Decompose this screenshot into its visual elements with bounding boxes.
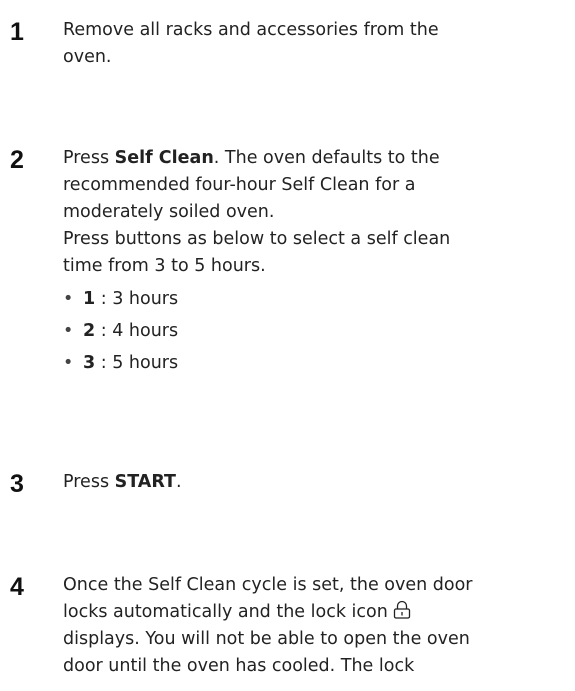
step-line: displays. You will not be able to open t… bbox=[63, 629, 470, 649]
step-line: Once the Self Clean cycle is set, the ov… bbox=[63, 575, 473, 595]
option-key: 1 bbox=[83, 289, 96, 309]
bullet-icon: • bbox=[63, 353, 74, 373]
start-label: START bbox=[114, 472, 176, 492]
step-line: Press START. bbox=[63, 469, 563, 496]
clean-time-options: • 1 : 3 hours • 2 : 4 hours • 3 : 5 hours bbox=[63, 286, 563, 377]
step-text: Press START. bbox=[63, 469, 563, 496]
press-prefix: Press bbox=[63, 472, 115, 492]
step-intro-line: Press Self Clean. The oven defaults to t… bbox=[63, 145, 563, 172]
option-text: : 3 hours bbox=[95, 289, 179, 309]
step-number: 3 bbox=[10, 470, 24, 498]
step-line: oven. bbox=[63, 47, 112, 67]
step-line: Press buttons as below to select a self … bbox=[63, 229, 451, 249]
step-line: Remove all racks and accessories from th… bbox=[63, 20, 439, 40]
intro-suffix: . The oven defaults to the bbox=[213, 148, 440, 168]
bullet-icon: • bbox=[63, 289, 74, 309]
bullet-icon: • bbox=[63, 321, 74, 341]
step-text: Remove all racks and accessories from th… bbox=[63, 17, 563, 71]
step-number: 2 bbox=[10, 146, 24, 174]
step-text: Press Self Clean. The oven defaults to t… bbox=[63, 145, 563, 382]
option-text: : 5 hours bbox=[95, 353, 179, 373]
step-text: Once the Self Clean cycle is set, the ov… bbox=[63, 572, 563, 680]
intro-prefix: Press bbox=[63, 148, 115, 168]
step-line-text: locks automatically and the lock icon bbox=[63, 602, 394, 622]
list-item: • 2 : 4 hours bbox=[63, 318, 563, 345]
step-line: time from 3 to 5 hours. bbox=[63, 256, 266, 276]
self-clean-label: Self Clean bbox=[114, 148, 214, 168]
press-suffix: . bbox=[175, 472, 182, 492]
step-number: 4 bbox=[10, 573, 24, 601]
step-line: door until the oven has cooled. The lock bbox=[63, 656, 415, 676]
option-key: 2 bbox=[83, 321, 96, 341]
lock-icon bbox=[393, 600, 411, 620]
step-line: moderately soiled oven. bbox=[63, 202, 275, 222]
step-line: locks automatically and the lock icon bbox=[63, 599, 563, 626]
step-line: recommended four-hour Self Clean for a bbox=[63, 175, 416, 195]
list-item: • 1 : 3 hours bbox=[63, 286, 563, 313]
list-item: • 3 : 5 hours bbox=[63, 350, 563, 377]
option-text: : 4 hours bbox=[95, 321, 179, 341]
step-number: 1 bbox=[10, 18, 24, 46]
option-key: 3 bbox=[83, 353, 96, 373]
